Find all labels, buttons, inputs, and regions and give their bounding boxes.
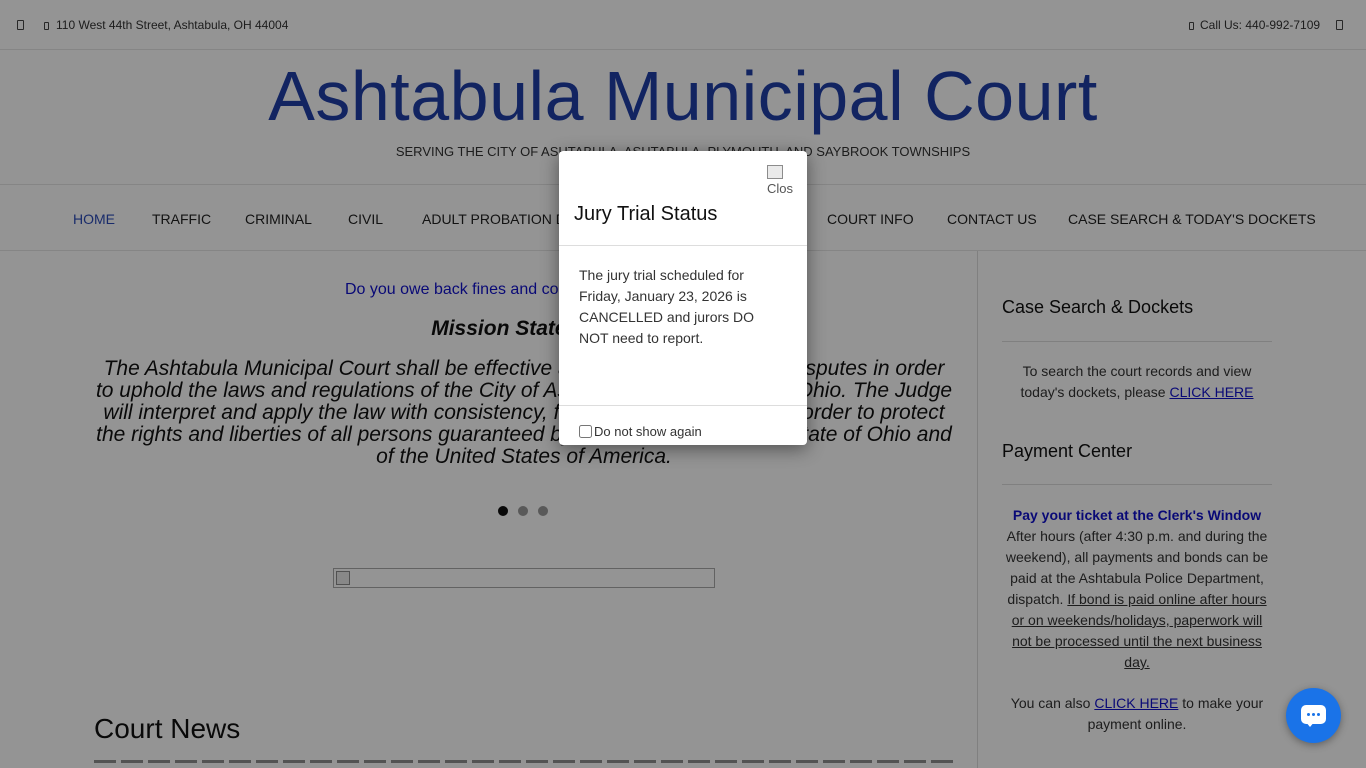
modal-divider xyxy=(559,405,807,406)
close-button[interactable]: Close xyxy=(767,165,793,199)
do-not-show-again[interactable]: Do not show again xyxy=(579,424,702,439)
modal-body: The jury trial scheduled for Friday, Jan… xyxy=(579,267,755,346)
chat-button[interactable] xyxy=(1286,688,1341,743)
modal-divider xyxy=(559,245,807,246)
broken-image-icon xyxy=(767,165,783,179)
do-not-show-checkbox[interactable] xyxy=(579,425,592,438)
chat-bubble-icon xyxy=(1301,705,1326,727)
modal-title: Jury Trial Status xyxy=(574,203,718,225)
jury-trial-modal: Close Jury Trial Status The jury trial s… xyxy=(559,151,807,445)
